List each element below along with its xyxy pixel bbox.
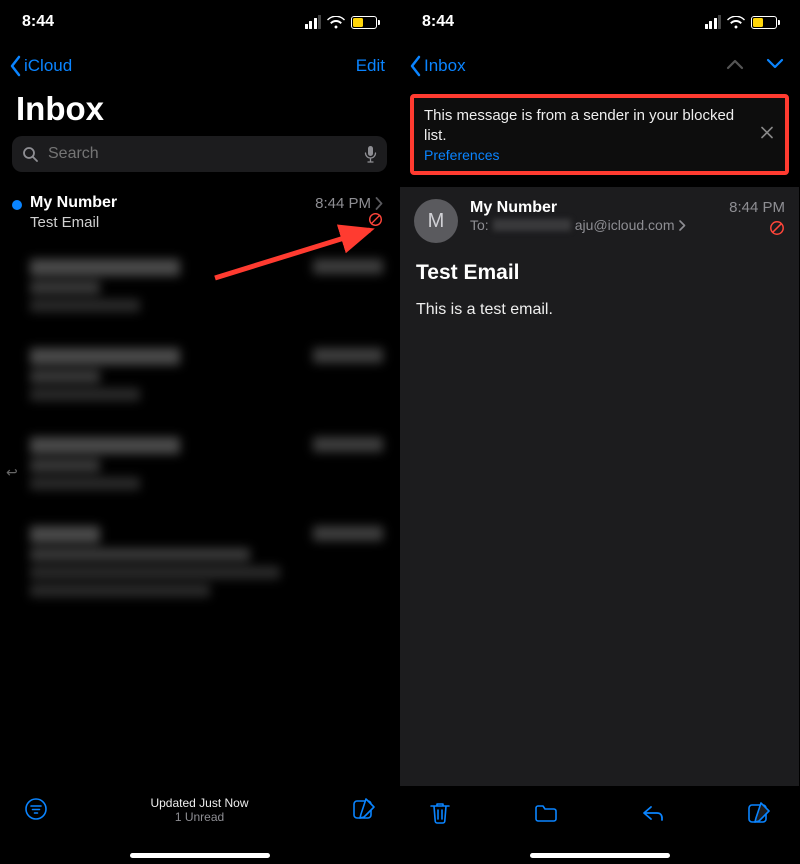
wifi-icon <box>327 16 345 29</box>
inbox-screen: 8:44 iCloud Edit Inbox My Number 8:44 PM <box>0 0 400 864</box>
battery-icon <box>351 16 377 29</box>
compose-icon <box>746 801 771 826</box>
nav-bar: Inbox <box>400 44 799 88</box>
microphone-icon[interactable] <box>364 145 377 163</box>
edit-button[interactable]: Edit <box>356 56 385 76</box>
status-bar: 8:44 <box>0 0 399 44</box>
status-icons <box>705 15 778 29</box>
replied-icon: ↩ <box>6 464 18 481</box>
cellular-icon <box>305 15 322 29</box>
reply-button[interactable] <box>639 800 667 826</box>
status-bar: 8:44 <box>400 0 799 44</box>
home-indicator[interactable] <box>130 853 270 858</box>
blocked-sender-banner: This message is from a sender in your bl… <box>410 94 789 175</box>
footer-unread: 1 Unread <box>0 810 399 824</box>
page-title: Inbox <box>0 88 399 136</box>
message-from[interactable]: My Number <box>470 199 717 217</box>
message-to[interactable]: To: aju@icloud.com <box>470 217 717 233</box>
mail-sender: My Number <box>30 194 117 212</box>
preferences-link[interactable]: Preferences <box>424 147 775 163</box>
message-screen: 8:44 Inbox This message is from a sender… <box>400 0 800 864</box>
back-button[interactable]: iCloud <box>8 55 72 77</box>
message-body: This is a test email. <box>400 295 799 325</box>
search-icon <box>22 146 38 162</box>
mail-row-redacted[interactable]: ↩ <box>0 419 399 508</box>
mail-row-redacted[interactable] <box>0 330 399 419</box>
move-button[interactable] <box>532 800 560 826</box>
wifi-icon <box>727 16 745 29</box>
folder-icon <box>533 802 559 824</box>
back-label: iCloud <box>24 56 72 76</box>
to-suffix: aju@icloud.com <box>575 217 675 233</box>
toolbar <box>400 786 799 864</box>
to-prefix: To: <box>470 217 489 233</box>
message-subject: Test Email <box>400 251 799 295</box>
close-icon <box>759 124 775 140</box>
blocked-icon <box>368 212 383 227</box>
search-field[interactable] <box>12 136 387 172</box>
status-icons <box>305 15 378 29</box>
chevron-right-icon <box>679 220 686 231</box>
cellular-icon <box>705 15 722 29</box>
filter-button[interactable] <box>22 796 50 822</box>
nav-bar: iCloud Edit <box>0 44 399 88</box>
blocked-icon <box>729 220 785 236</box>
to-redacted <box>493 219 571 231</box>
mail-meta: 8:44 PM <box>315 195 383 212</box>
message-body-area[interactable]: M My Number To: aju@icloud.com 8:44 PM T… <box>400 187 799 786</box>
mail-list[interactable]: My Number 8:44 PM Test Email ↩ <box>0 184 399 786</box>
banner-close-button[interactable] <box>759 124 775 145</box>
toolbar: Updated Just Now 1 Unread <box>0 786 399 864</box>
status-time: 8:44 <box>22 13 54 31</box>
trash-icon <box>429 801 451 825</box>
compose-button[interactable] <box>745 800 773 826</box>
chevron-left-icon <box>8 55 22 77</box>
banner-text: This message is from a sender in your bl… <box>424 106 775 145</box>
chevron-left-icon <box>408 55 422 77</box>
chevron-down-icon <box>765 57 785 71</box>
avatar[interactable]: M <box>414 199 458 243</box>
mail-subject: Test Email <box>30 214 99 231</box>
reply-icon <box>640 802 666 824</box>
back-button[interactable]: Inbox <box>408 55 466 77</box>
unread-dot-icon <box>12 200 22 210</box>
next-message-button[interactable] <box>765 57 785 76</box>
footer-status: Updated Just Now <box>0 796 399 810</box>
mail-time: 8:44 PM <box>315 195 371 212</box>
home-indicator[interactable] <box>530 853 670 858</box>
prev-message-button[interactable] <box>725 57 745 76</box>
mail-row-redacted[interactable] <box>0 241 399 330</box>
chevron-up-icon <box>725 57 745 71</box>
status-time: 8:44 <box>422 13 454 31</box>
message-header: M My Number To: aju@icloud.com 8:44 PM <box>400 187 799 251</box>
delete-button[interactable] <box>426 800 454 826</box>
mail-row[interactable]: My Number 8:44 PM Test Email <box>0 184 399 241</box>
message-time: 8:44 PM <box>729 199 785 216</box>
status-footer: Updated Just Now 1 Unread <box>0 796 399 824</box>
back-label: Inbox <box>424 56 466 76</box>
battery-icon <box>751 16 777 29</box>
search-input[interactable] <box>46 144 356 164</box>
chevron-right-icon <box>375 197 383 210</box>
mail-row-redacted[interactable] <box>0 508 399 615</box>
compose-button[interactable] <box>349 796 377 822</box>
